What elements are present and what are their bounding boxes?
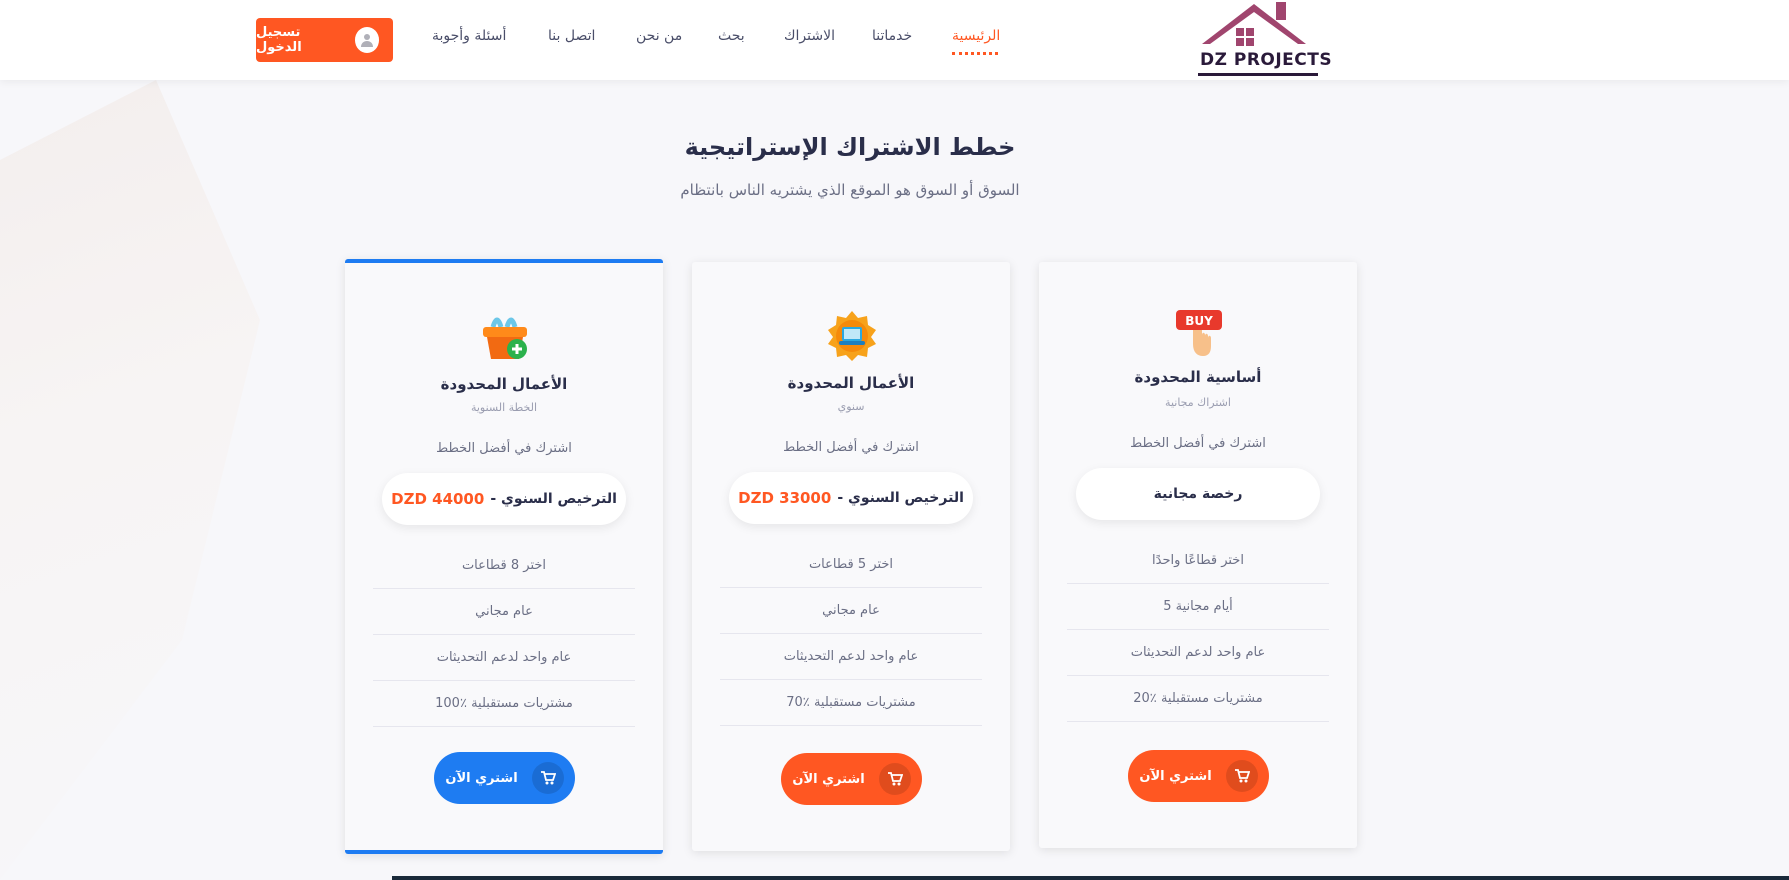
feature-item: اختر 5 قطاعات: [720, 542, 982, 588]
buy-label: اشتري الآن: [792, 771, 865, 787]
plan-name: أساسية المحدودة: [1134, 368, 1262, 386]
laptop-badge-icon: [826, 310, 878, 362]
section-title: خطط الاشتراك الإستراتيجية: [684, 133, 1016, 161]
site-header: DZ PROJECTS الرئيسية خدماتنا الاشتراك بح…: [0, 0, 1789, 80]
price-label: الترخيص السنوي -: [490, 491, 617, 507]
buy-now-button[interactable]: اشتري الآن: [781, 753, 922, 805]
login-label: تسجيل الدخول: [256, 25, 302, 55]
plan-period: الخطة السنوية: [470, 401, 538, 414]
buy-label: اشتري الآن: [1139, 768, 1212, 784]
price-pill: الترخيص السنوي - DZD 44000: [382, 473, 626, 525]
plan-name: الأعمال المحدودة: [787, 374, 915, 392]
nav-contact[interactable]: اتصل بنا: [548, 28, 595, 44]
cart-icon: [531, 762, 564, 794]
buy-now-button[interactable]: اشتري الآن: [434, 752, 575, 804]
nav-subscription[interactable]: الاشتراك: [784, 28, 835, 44]
plan-period: اشتراك مجانية: [1165, 396, 1231, 409]
price-amount: DZD 33000: [738, 489, 832, 507]
plan-period: سنوي: [837, 400, 865, 413]
feature-item: اختر قطاعًا واحدًا: [1067, 538, 1329, 584]
login-button[interactable]: تسجيل الدخول: [256, 18, 393, 62]
feature-item: عام مجاني: [373, 589, 635, 635]
house-logo-icon: [1202, 2, 1306, 46]
feature-item: 20٪ مشتريات مستقبلية: [1067, 676, 1329, 722]
plan-tagline: اشترك في أفضل الخطط: [783, 440, 919, 455]
feature-list: اختر قطاعًا واحدًا 5 أيام مجانية عام واح…: [1067, 538, 1329, 722]
feature-list: اختر 5 قطاعات عام مجاني عام واحد لدعم ال…: [720, 542, 982, 726]
basket-icon: [479, 311, 531, 363]
feature-list: اختر 8 قطاعات عام مجاني عام واحد لدعم ال…: [373, 543, 635, 727]
nav-home[interactable]: الرئيسية: [952, 28, 1000, 44]
nav-faq[interactable]: أسئلة وأجوبة: [432, 28, 506, 44]
plan-name: الأعمال المحدودة: [440, 375, 568, 393]
plan-tagline: اشترك في أفضل الخطط: [1130, 436, 1266, 451]
buy-sign-text: BUY: [1185, 314, 1213, 328]
feature-item: عام واحد لدعم التحديثات: [1067, 630, 1329, 676]
feature-item: عام واحد لدعم التحديثات: [373, 635, 635, 681]
price-pill: رخصة مجانية: [1076, 468, 1320, 520]
plan-tagline: اشترك في أفضل الخطط: [436, 441, 572, 456]
brand-underline: [1198, 73, 1318, 76]
feature-item: 100٪ مشتريات مستقبلية: [373, 681, 635, 727]
nav-services[interactable]: خدماتنا: [872, 28, 912, 44]
buy-label: اشتري الآن: [445, 770, 518, 786]
nav-active-indicator: [952, 51, 998, 55]
footer-edge: [392, 876, 1789, 880]
price-amount: DZD 44000: [391, 490, 485, 508]
nav-about[interactable]: من نحن: [636, 28, 682, 44]
feature-item: 5 أيام مجانية: [1067, 584, 1329, 630]
plan-card-premium: الأعمال المحدودة الخطة السنوية اشترك في …: [345, 259, 663, 854]
section-subtitle: السوق أو السوق هو الموقع الذي يشتريه الن…: [680, 181, 1020, 199]
background-decoration: [0, 80, 260, 880]
price-label: رخصة مجانية: [1153, 486, 1243, 502]
nav-search[interactable]: بحث: [718, 28, 745, 44]
brand-name: DZ PROJECTS: [1200, 50, 1333, 70]
cart-icon: [878, 763, 911, 795]
feature-item: عام مجاني: [720, 588, 982, 634]
plan-card-basic: BUY أساسية المحدودة اشتراك مجانية اشترك …: [1039, 262, 1357, 848]
price-label: الترخيص السنوي -: [837, 490, 964, 506]
feature-item: عام واحد لدعم التحديثات: [720, 634, 982, 680]
price-pill: الترخيص السنوي - DZD 33000: [729, 472, 973, 524]
buy-sign-icon: BUY: [1173, 308, 1225, 360]
plan-card-standard: الأعمال المحدودة سنوي اشترك في أفضل الخط…: [692, 262, 1010, 851]
buy-now-button[interactable]: اشتري الآن: [1128, 750, 1269, 802]
feature-item: 70٪ مشتريات مستقبلية: [720, 680, 982, 726]
user-icon: [354, 27, 379, 53]
feature-item: اختر 8 قطاعات: [373, 543, 635, 589]
cart-icon: [1225, 760, 1258, 792]
